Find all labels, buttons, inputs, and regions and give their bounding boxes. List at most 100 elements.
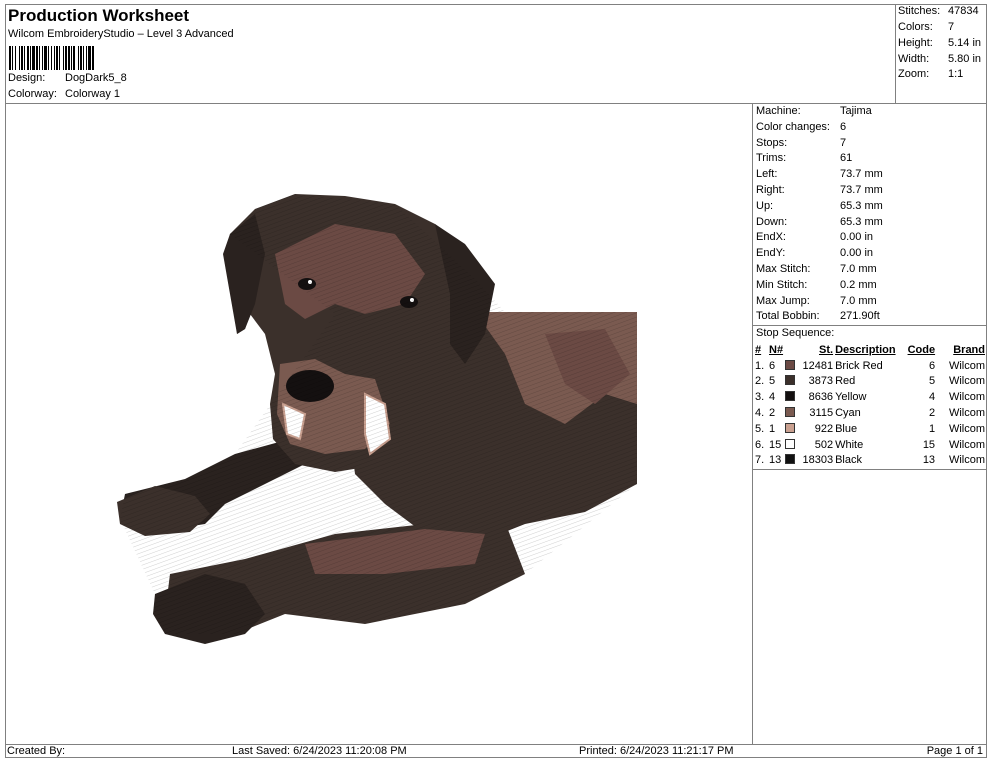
row-code: 5 (928, 375, 936, 388)
color-swatch (785, 375, 796, 386)
page-number: Page 1 of 1 (926, 745, 983, 757)
info-endx: EndX: 0.00 in (756, 231, 874, 244)
row-num: 1. (755, 359, 765, 372)
worksheet-header: Production Worksheet Wilcom EmbroiderySt… (5, 4, 896, 104)
row-swatch-cell (784, 453, 800, 469)
row-code: 13 (922, 454, 936, 467)
row-num: 2. (755, 375, 765, 388)
row-stitches: 12481 (802, 359, 834, 372)
info-min-stitch: Min Stitch: 0.2 mm (756, 278, 877, 291)
table-row: 4. 2 3115 Cyan 2 Wilcom (754, 405, 986, 421)
stop-sequence-title: Stop Sequence: (756, 327, 835, 340)
dog-embroidery-image (117, 194, 637, 644)
software-subtitle: Wilcom EmbroideryStudio – Level 3 Advanc… (8, 28, 234, 40)
row-stitches: 8636 (808, 391, 834, 404)
table-row: 3. 4 8636 Yellow 4 Wilcom (754, 389, 986, 405)
row-brand: Wilcom (948, 407, 985, 420)
col-stitches: St. (819, 343, 834, 356)
table-row: 6. 15 502 White 15 Wilcom (754, 437, 986, 453)
info-max-stitch: Max Stitch: 7.0 mm (756, 262, 877, 275)
last-saved: Last Saved: 6/24/2023 11:20:08 PM (232, 745, 407, 757)
info-machine: Machine: Tajima (756, 105, 872, 117)
row-description: Brick Red (835, 359, 883, 372)
stat-zoom: Zoom: 1:1 (898, 68, 964, 80)
design-value: DogDark5_8 (65, 72, 127, 84)
row-description: Blue (835, 422, 858, 435)
info-color-changes: Color changes: 6 (756, 120, 847, 133)
row-swatch-cell (784, 358, 800, 374)
info-endy: EndY: 0.00 in (756, 247, 874, 260)
row-description: Red (835, 375, 856, 388)
row-brand: Wilcom (948, 375, 985, 388)
worksheet-footer: Created By: Last Saved: 6/24/2023 11:20:… (5, 744, 987, 758)
row-needle: 2 (769, 407, 776, 420)
row-needle: 13 (769, 454, 782, 467)
color-swatch (785, 391, 796, 402)
row-description: Cyan (835, 407, 861, 420)
row-swatch-cell (784, 374, 800, 390)
info-left: Left: 73.7 mm (756, 168, 883, 181)
row-code: 2 (928, 407, 936, 420)
row-stitches: 18303 (802, 454, 834, 467)
row-stitches: 922 (814, 422, 834, 435)
info-total-bobbin: Total Bobbin: 271.90ft (756, 310, 880, 323)
row-num: 6. (755, 438, 765, 451)
row-num: 7. (755, 454, 765, 467)
col-code: Code (907, 343, 936, 356)
col-num: # (755, 343, 762, 356)
info-stops: Stops: 7 (756, 136, 847, 149)
design-row: Design: DogDark5_8 (8, 72, 127, 84)
row-stitches: 3873 (808, 375, 834, 388)
row-needle: 4 (769, 391, 776, 404)
row-description: Black (835, 454, 862, 467)
col-swatch (784, 342, 800, 358)
printed-date: Printed: 6/24/2023 11:21:17 PM (579, 745, 734, 757)
created-by: Created By: (7, 745, 66, 757)
page-title: Production Worksheet (8, 6, 190, 25)
table-row: 7. 13 18303 Black 13 Wilcom (754, 453, 986, 469)
stat-stitches: Stitches: 47834 (898, 5, 979, 17)
machine-info-panel: Machine: Tajima Color changes: 6 Stops: 7 T… (753, 104, 987, 471)
row-needle: 6 (769, 359, 776, 372)
row-swatch-cell (784, 405, 800, 421)
color-swatch (785, 422, 796, 433)
row-needle: 1 (769, 422, 776, 435)
design-preview (5, 104, 753, 744)
row-num: 4. (755, 407, 765, 420)
barcode (9, 46, 177, 70)
colorway-row: Colorway: Colorway 1 (8, 88, 120, 100)
color-swatch (785, 438, 796, 449)
row-stitches: 3115 (809, 407, 834, 420)
row-swatch-cell (784, 389, 800, 405)
col-brand: Brand (953, 343, 985, 356)
stop-sequence-section: Stop Sequence: # N# St. Description Code… (753, 325, 987, 471)
color-swatch (785, 454, 796, 465)
row-code: 15 (922, 438, 936, 451)
stat-colors: Colors: 7 (898, 21, 955, 33)
row-brand: Wilcom (948, 359, 985, 372)
row-brand: Wilcom (948, 391, 985, 404)
info-max-jump: Max Jump: 7.0 mm (756, 294, 877, 307)
info-down: Down: 65.3 mm (756, 215, 883, 228)
row-swatch-cell (784, 421, 800, 437)
stop-sequence-table: # N# St. Description Code Brand 1. 6 12481… (754, 342, 986, 468)
colorway-value: Colorway 1 (65, 88, 121, 100)
row-brand: Wilcom (948, 454, 985, 467)
info-trims: Trims: 61 (756, 152, 853, 165)
info-up: Up: 65.3 mm (756, 199, 883, 212)
row-code: 4 (928, 391, 936, 404)
stats-box: Stitches: 47834 Colors: 7 Height: 5.14 in W… (896, 4, 987, 104)
design-label: Design: (8, 72, 46, 84)
row-stitches: 502 (814, 438, 834, 451)
info-right: Right: 73.7 mm (756, 183, 883, 196)
stat-width: Width: 5.80 in (898, 53, 982, 65)
row-code: 6 (928, 359, 936, 372)
col-description: Description (835, 343, 896, 356)
colorway-label: Colorway: (8, 88, 57, 100)
row-needle: 15 (769, 438, 782, 451)
row-brand: Wilcom (948, 422, 985, 435)
color-swatch (785, 407, 796, 418)
row-brand: Wilcom (948, 438, 985, 451)
row-description: Yellow (835, 391, 867, 404)
table-row: 1. 6 12481 Brick Red 6 Wilcom (754, 358, 986, 374)
